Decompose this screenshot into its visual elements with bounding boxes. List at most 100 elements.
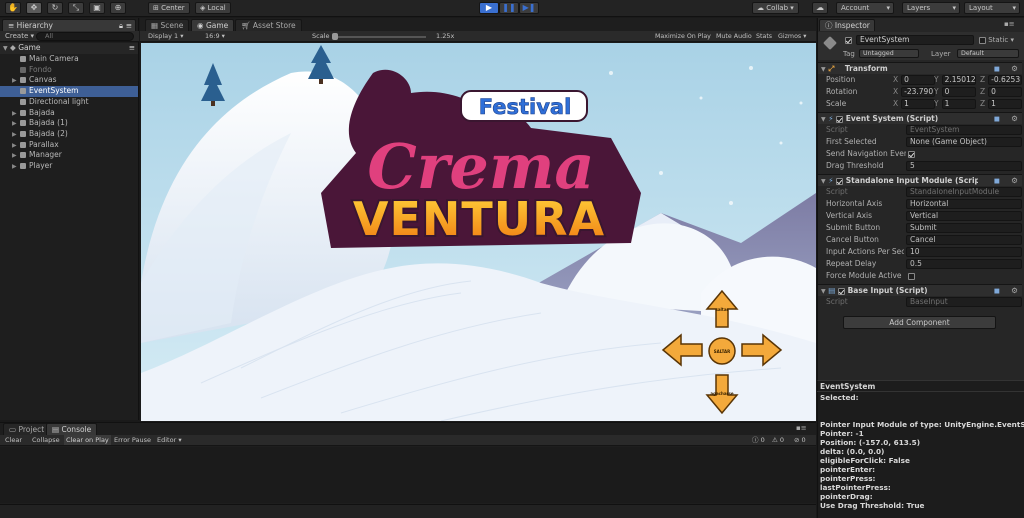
pivot-center-toggle[interactable]: ⊞ Center [148,2,190,14]
force-module-checkbox[interactable] [908,270,915,282]
create-dropdown[interactable]: Create ▾ [5,32,34,41]
hierarchy-item[interactable]: Fondo [0,65,138,76]
hierarchy-item[interactable]: ▶ Canvas [0,75,138,86]
rect-tool-button[interactable]: ▣ [89,2,105,14]
scale-x-field[interactable]: 1 [901,99,936,109]
console-log-area[interactable] [0,447,816,503]
rotation-y-field[interactable]: 0 [941,87,976,97]
editor-dropdown[interactable]: Editor ▾ [157,436,182,445]
collab-dropdown[interactable]: ☁ Collab ▾ [752,2,799,14]
object-name-field[interactable]: EventSystem [856,35,974,45]
cloud-check-icon: ☁ [757,4,767,12]
expand-arrow-icon[interactable]: ▶ [12,162,20,173]
clear-on-play-toggle[interactable]: Clear on Play [64,435,111,445]
hand-tool-button[interactable]: ✋ [5,2,21,14]
hierarchy-item[interactable]: ▶ Player [0,161,138,172]
hierarchy-item[interactable]: ▶ Bajada [0,108,138,119]
hierarchy-item[interactable]: Main Camera [0,54,138,65]
first-selected-field[interactable]: None (Game Object) [906,137,1022,147]
move-tool-button[interactable]: ✥ [26,2,42,14]
scale-slider[interactable] [334,36,426,38]
event-system-header[interactable]: ▼ ⚡ Event System (Script) ◼ ⚙ [818,112,1022,124]
aspect-dropdown[interactable]: 16:9 ▾ [205,32,225,41]
lock-icon[interactable]: ▪≡ [1004,20,1015,28]
hierarchy-item[interactable]: EventSystem [0,86,138,97]
layer-dropdown[interactable]: Default [957,49,1019,58]
rotation-z-field[interactable]: 0 [988,87,1023,97]
error-pause-button[interactable]: Error Pause [114,436,151,445]
gizmos-dropdown[interactable]: Gizmos ▾ [778,32,806,41]
maximize-on-play-toggle[interactable]: Maximize On Play [655,32,711,41]
scale-y-field[interactable]: 1 [941,99,976,109]
vertical-axis-field[interactable]: Vertical [906,211,1022,221]
hierarchy-item[interactable]: ▶ Bajada (2) [0,129,138,140]
position-y-field[interactable]: 2.150129 [941,75,976,85]
hierarchy-item[interactable]: ▶ Parallax [0,140,138,151]
gear-icon[interactable]: ⚙ [1011,175,1018,186]
position-x-field[interactable]: 0 [901,75,936,85]
enabled-checkbox[interactable] [836,177,844,185]
standalone-input-header[interactable]: ▼ ⚡ Standalone Input Module (Script) ◼ ⚙ [818,174,1022,186]
step-button[interactable]: ▶❚ [519,2,539,14]
tag-dropdown[interactable]: Untagged [859,49,919,58]
tab-asset-store[interactable]: 🛒︎ Asset Store [235,19,302,31]
hierarchy-item-label: Bajada (1) [29,118,68,128]
scene-root-row[interactable]: ▼ ◆ Game ≡ [0,43,138,54]
add-component-button[interactable]: Add Component [843,316,996,329]
hierarchy-item[interactable]: Directional light [0,97,138,108]
enabled-checkbox[interactable] [837,287,845,295]
tab-project[interactable]: ▭ Project [3,423,51,435]
cloud-services-button[interactable]: ☁ [812,2,828,14]
account-dropdown[interactable]: Account ▾ [836,2,894,14]
tab-inspector[interactable]: ⓘ Inspector [819,19,875,31]
dpad-center-button[interactable]: SALTAR [708,337,736,365]
event-debug-line: delta: (0.0, 0.0) [820,447,885,456]
repeat-delay-field[interactable]: 0.5 [906,259,1022,269]
play-button[interactable]: ▶ [479,2,499,14]
mute-audio-toggle[interactable]: Mute Audio [716,32,752,41]
drag-threshold-field[interactable]: 5 [906,161,1022,171]
console-lock-icon[interactable]: ▪≡ [796,424,807,432]
script-icon: ⚡ [828,114,834,123]
scale-slider-thumb[interactable] [332,33,338,40]
position-z-field[interactable]: -0.6253 [988,75,1023,85]
enabled-checkbox[interactable] [836,115,844,123]
clear-button[interactable]: Clear [5,436,22,445]
horizontal-axis-field[interactable]: Horizontal [906,199,1022,209]
transform-tool-button[interactable]: ⊕ [110,2,126,14]
active-checkbox[interactable] [845,36,852,45]
warning-count[interactable]: ⚠ 0 [772,436,784,445]
cancel-button-field[interactable]: Cancel [906,235,1022,245]
send-navigation-checkbox[interactable] [908,148,915,160]
menu-icon[interactable]: ≡ [129,43,135,54]
rotate-tool-button[interactable]: ↻ [47,2,63,14]
pivot-local-toggle[interactable]: ◈ Local [195,2,231,14]
hierarchy-item-label: Bajada [29,107,55,117]
display-dropdown[interactable]: Display 1 ▾ [148,32,184,41]
static-toggle[interactable]: Static ▾ [979,36,1014,45]
input-actions-field[interactable]: 10 [906,247,1022,257]
scale-z-field[interactable]: 1 [988,99,1023,109]
collapse-button[interactable]: Collapse [32,436,60,445]
transform-header[interactable]: ▼ ⤢ Transform ◼ ⚙ [818,62,1022,74]
rotation-x-field[interactable]: -23.790 [901,87,936,97]
stats-toggle[interactable]: Stats [756,32,772,41]
hierarchy-item[interactable]: ▶ Manager [0,150,138,161]
tab-scene[interactable]: ▦ Scene [145,19,190,31]
gameobject-icon [20,152,26,159]
submit-button-field[interactable]: Submit [906,223,1022,233]
hierarchy-item[interactable]: ▶ Bajada (1) [0,118,138,129]
error-count[interactable]: ⊘ 0 [794,436,806,445]
pause-button[interactable]: ❚❚ [499,2,519,14]
tab-hierarchy[interactable]: ≡ Hierarchy 🔒︎ ≡ [2,19,136,31]
tab-game[interactable]: ◉ Game [191,19,235,31]
tab-console[interactable]: ▤ Console [46,423,98,435]
hierarchy-search-input[interactable]: All [36,32,134,41]
scale-tool-button[interactable]: ⤡ [68,2,84,14]
game-viewport[interactable]: Festival Crema VENTURA saltar agacharse … [141,43,816,421]
layout-dropdown[interactable]: Layout ▾ [964,2,1020,14]
layers-dropdown[interactable]: Layers ▾ [902,2,960,14]
help-icon[interactable]: ◼ [993,175,1000,186]
info-count[interactable]: ⓘ 0 [752,436,765,445]
base-input-header[interactable]: ▼ ▤ Base Input (Script) ◼ ⚙ [818,284,1022,296]
